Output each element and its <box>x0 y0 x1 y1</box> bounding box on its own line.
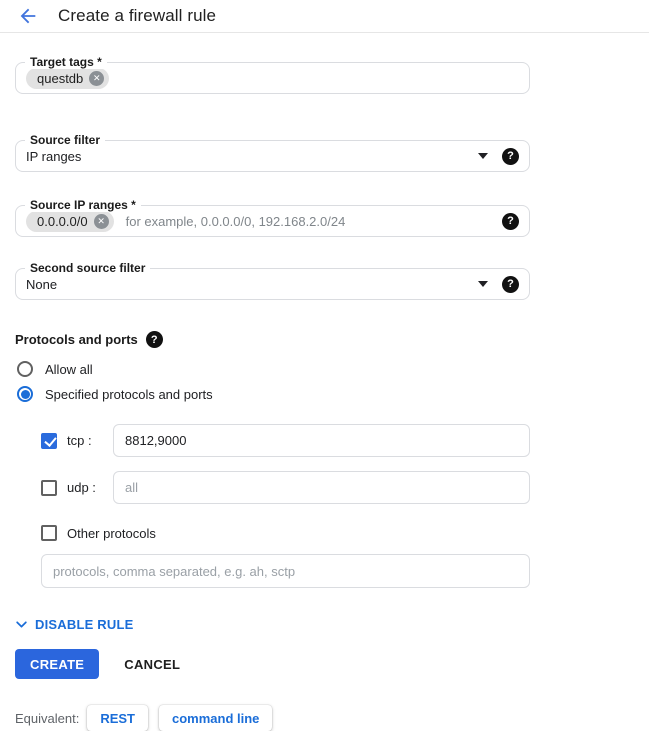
source-ip-ranges-field[interactable]: Source IP ranges * 0.0.0.0/0 ✕ for examp… <box>15 205 530 237</box>
allow-all-label: Allow all <box>45 362 93 377</box>
source-ip-placeholder: for example, 0.0.0.0/0, 192.168.2.0/24 <box>126 214 346 229</box>
udp-row: udp : <box>41 471 530 504</box>
tcp-label: tcp : <box>67 433 113 448</box>
allow-all-radio[interactable] <box>17 361 33 377</box>
second-source-filter-select[interactable]: Second source filter None ? <box>15 268 530 300</box>
page-header: Create a firewall rule <box>0 0 649 33</box>
tcp-row: tcp : <box>41 424 530 457</box>
tcp-ports-input[interactable] <box>113 424 530 457</box>
disable-rule-toggle[interactable]: DISABLE RULE <box>15 617 133 632</box>
page-title: Create a firewall rule <box>58 6 216 26</box>
action-buttons: CREATE CANCEL <box>15 649 530 679</box>
back-arrow-icon[interactable] <box>16 4 40 28</box>
source-filter-value: IP ranges <box>26 149 81 164</box>
chip-remove-icon[interactable]: ✕ <box>89 71 104 86</box>
rest-button[interactable]: REST <box>87 705 148 731</box>
other-protocols-label: Other protocols <box>67 526 156 541</box>
chevron-down-icon[interactable] <box>478 281 488 287</box>
tcp-checkbox[interactable] <box>41 433 57 449</box>
udp-checkbox[interactable] <box>41 480 57 496</box>
create-button[interactable]: CREATE <box>15 649 99 679</box>
source-ip-ranges-label: Source IP ranges * <box>25 198 141 212</box>
other-protocols-input[interactable] <box>41 554 530 588</box>
source-filter-label: Source filter <box>25 133 105 147</box>
udp-ports-input[interactable] <box>113 471 530 504</box>
udp-label: udp : <box>67 480 113 495</box>
specified-option[interactable]: Specified protocols and ports <box>17 386 530 402</box>
chip-remove-icon[interactable]: ✕ <box>94 214 109 229</box>
protocols-ports-heading-text: Protocols and ports <box>15 332 138 347</box>
equivalent-row: Equivalent: REST command line <box>15 705 530 731</box>
second-source-filter-value: None <box>26 277 57 292</box>
equivalent-label: Equivalent: <box>15 711 79 726</box>
chip-label: 0.0.0.0/0 <box>37 214 88 229</box>
target-tag-chip: questdb ✕ <box>26 68 109 89</box>
help-icon[interactable]: ? <box>146 331 163 348</box>
chevron-down-icon[interactable] <box>478 153 488 159</box>
source-filter-select[interactable]: Source filter IP ranges ? <box>15 140 530 172</box>
specified-radio[interactable] <box>17 386 33 402</box>
chip-label: questdb <box>37 71 83 86</box>
specified-label: Specified protocols and ports <box>45 387 213 402</box>
command-line-button[interactable]: command line <box>159 705 272 731</box>
help-icon[interactable]: ? <box>502 148 519 165</box>
cancel-button[interactable]: CANCEL <box>124 657 180 672</box>
protocols-ports-heading: Protocols and ports ? <box>15 331 530 348</box>
source-ip-chip: 0.0.0.0/0 ✕ <box>26 211 114 232</box>
other-protocols-checkbox[interactable] <box>41 525 57 541</box>
chevron-down-icon <box>15 618 28 631</box>
target-tags-label: Target tags * <box>25 55 107 69</box>
disable-rule-label: DISABLE RULE <box>35 617 133 632</box>
target-tags-field[interactable]: Target tags * questdb ✕ <box>15 62 530 94</box>
help-icon[interactable]: ? <box>502 276 519 293</box>
help-icon[interactable]: ? <box>502 213 519 230</box>
allow-all-option[interactable]: Allow all <box>17 361 530 377</box>
second-source-filter-label: Second source filter <box>25 261 150 275</box>
other-protocols-row[interactable]: Other protocols <box>41 525 530 541</box>
